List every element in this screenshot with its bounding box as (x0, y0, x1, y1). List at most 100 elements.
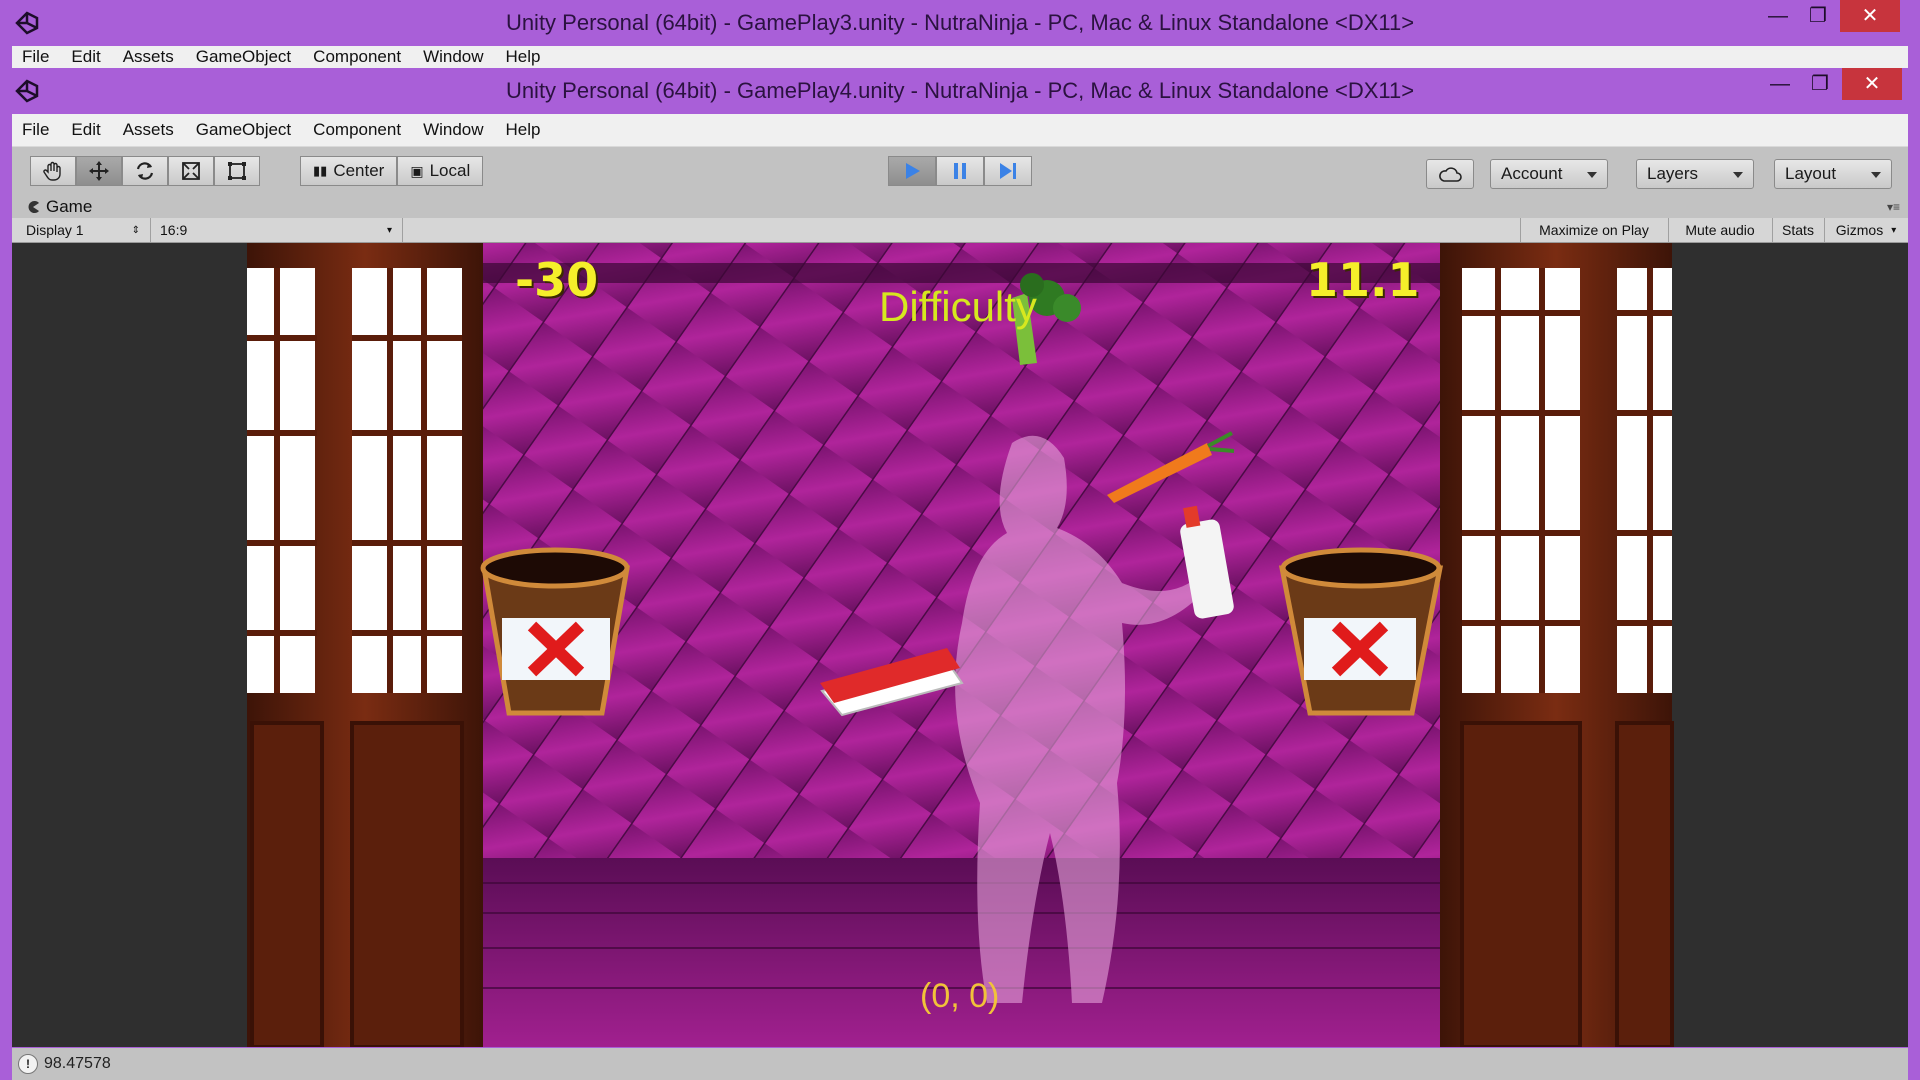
panel-menu-icon[interactable]: ▾≡ (1887, 200, 1900, 214)
right-door-panel (1615, 721, 1674, 1047)
mute-label: Mute audio (1685, 222, 1755, 238)
stats-toggle[interactable]: Stats (1774, 220, 1822, 240)
play-controls (888, 156, 1032, 188)
gizmos-label: Gizmos (1835, 222, 1884, 238)
rotate-icon (136, 162, 154, 180)
account-label: Account (1501, 164, 1563, 183)
scale-icon (182, 162, 200, 180)
menu-component[interactable]: Component (303, 120, 413, 140)
layers-dropdown[interactable]: Layers (1636, 159, 1754, 189)
game-tabbar: Game ▾≡ (12, 196, 1908, 218)
display-select[interactable]: Display 1 ⇕ (26, 220, 146, 240)
account-dropdown[interactable]: Account (1490, 159, 1608, 189)
right-shoji-screen (1462, 268, 1672, 693)
close-button[interactable]: ✕ (1842, 68, 1902, 100)
timer-label: 11.1 (1306, 253, 1420, 307)
chevron-down-icon: ▾ (1891, 224, 1897, 236)
rotate-tool-button[interactable] (122, 156, 168, 186)
pause-icon (954, 163, 966, 179)
stats-label: Stats (1782, 222, 1814, 238)
display-label: Display 1 (26, 222, 84, 238)
pivot-center-label: Center (333, 161, 385, 180)
maximize-label: Maximize on Play (1539, 222, 1649, 238)
back-window-titlebar: Unity Personal (64bit) - GamePlay3.unity… (0, 0, 1920, 46)
menu-edit[interactable]: Edit (61, 47, 112, 67)
step-icon (1000, 163, 1016, 179)
pivot-local-button[interactable]: ▣ Local (397, 156, 484, 186)
back-window: Unity Personal (64bit) - GamePlay3.unity… (0, 0, 1920, 70)
pivot-center-button[interactable]: ▮▮ Center (300, 156, 398, 186)
maximize-on-play-toggle[interactable]: Maximize on Play (1522, 220, 1666, 240)
aspect-select[interactable]: 16:9 ▾ (160, 220, 396, 240)
chevron-down-icon (1733, 172, 1743, 178)
chevron-down-icon: ▾ (386, 224, 392, 236)
separator (150, 218, 151, 242)
restore-button[interactable]: ❐ (1794, 68, 1846, 100)
menu-window[interactable]: Window (413, 120, 495, 140)
front-window-title: Unity Personal (64bit) - GamePlay4.unity… (505, 78, 1415, 103)
move-icon (89, 161, 109, 181)
pivot-icon: ▮▮ (313, 163, 328, 178)
move-tool-button[interactable] (76, 156, 122, 186)
layers-label: Layers (1647, 164, 1699, 183)
cloud-button[interactable] (1426, 159, 1474, 189)
hand-tool-button[interactable] (30, 156, 76, 186)
back-window-menubar: File Edit Assets GameObject Component Wi… (12, 46, 1908, 68)
cloud-icon (1439, 167, 1462, 182)
menu-gameobject[interactable]: GameObject (186, 47, 303, 67)
top-beam (483, 263, 1440, 283)
front-window-menubar: File Edit Assets GameObject Component Wi… (12, 114, 1908, 146)
status-bar: ! 98.47578 (12, 1048, 1908, 1080)
scale-tool-button[interactable] (168, 156, 214, 186)
front-window-titlebar: Unity Personal (64bit) - GamePlay4.unity… (0, 68, 1920, 114)
separator (402, 218, 403, 242)
chevron-down-icon (1871, 172, 1881, 178)
pause-button[interactable] (936, 156, 984, 186)
menu-assets[interactable]: Assets (113, 120, 186, 140)
info-icon: ! (18, 1054, 38, 1074)
score-label: -30 (515, 253, 599, 307)
menu-window[interactable]: Window (413, 47, 495, 67)
layout-label: Layout (1785, 164, 1837, 183)
menu-file[interactable]: File (12, 47, 61, 67)
rect-icon (228, 162, 246, 180)
mute-audio-toggle[interactable]: Mute audio (1670, 220, 1770, 240)
separator (1824, 218, 1825, 242)
left-door-panel (350, 721, 464, 1047)
game-viewport[interactable]: -30 11.1 Difficulty (0, 0) (12, 243, 1908, 1047)
game-scene (247, 243, 1674, 1047)
menu-component[interactable]: Component (303, 47, 413, 67)
layout-dropdown[interactable]: Layout (1774, 159, 1892, 189)
menu-edit[interactable]: Edit (61, 120, 112, 140)
menu-file[interactable]: File (12, 120, 61, 140)
updown-icon: ⇕ (131, 224, 140, 236)
plank-wall (483, 243, 1440, 858)
close-button[interactable]: ✕ (1840, 0, 1900, 32)
back-window-title: Unity Personal (64bit) - GamePlay3.unity… (505, 10, 1415, 35)
play-icon (906, 163, 920, 179)
rect-tool-button[interactable] (214, 156, 260, 186)
game-options-bar: Display 1 ⇕ 16:9 ▾ Maximize on Play Mute… (12, 218, 1908, 243)
right-door-panel (1460, 721, 1582, 1047)
step-button[interactable] (984, 156, 1032, 186)
game-tab[interactable]: Game (26, 196, 92, 218)
menu-assets[interactable]: Assets (113, 47, 186, 67)
pivot-local-label: Local (429, 161, 471, 180)
menu-help[interactable]: Help (496, 47, 553, 67)
local-cube-icon: ▣ (410, 162, 424, 179)
pivot-controls: ▮▮ Center ▣ Local (300, 156, 484, 188)
floor (483, 858, 1440, 1047)
coords-label: (0, 0) (920, 977, 1000, 1015)
aspect-label: 16:9 (160, 222, 188, 238)
gizmos-dropdown[interactable]: Gizmos ▾ (1826, 220, 1906, 240)
transform-tools (30, 156, 260, 188)
restore-button[interactable]: ❐ (1792, 0, 1844, 32)
menu-help[interactable]: Help (496, 120, 553, 140)
chevron-down-icon (1587, 172, 1597, 178)
menu-gameobject[interactable]: GameObject (186, 120, 303, 140)
status-message[interactable]: 98.47578 (44, 1055, 111, 1073)
left-door-panel (250, 721, 324, 1047)
separator (1520, 218, 1521, 242)
hand-icon (43, 161, 61, 181)
play-button[interactable] (888, 156, 936, 186)
